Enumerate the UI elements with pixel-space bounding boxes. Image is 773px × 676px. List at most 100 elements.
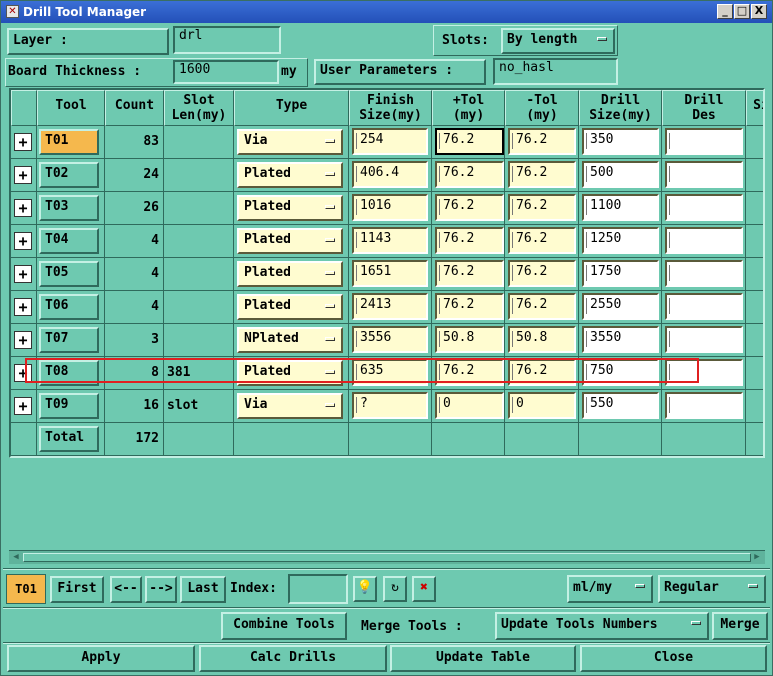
minus-tol-field[interactable]: 0: [508, 392, 576, 419]
merge-tools-dropdown[interactable]: Update Tools Numbers: [495, 612, 709, 640]
minus-tol-field[interactable]: 76.2: [508, 260, 576, 287]
column-header[interactable]: -Tol (my): [505, 90, 579, 126]
expand-row-icon[interactable]: +: [14, 397, 32, 415]
type-dropdown[interactable]: Plated: [237, 261, 343, 287]
finish-size-field[interactable]: 1651: [352, 260, 428, 287]
column-header[interactable]: Count: [105, 90, 164, 126]
type-dropdown[interactable]: Plated: [237, 162, 343, 188]
minimize-button[interactable]: _: [717, 4, 733, 19]
expand-row-icon[interactable]: +: [14, 331, 32, 349]
drill-size-field[interactable]: 350: [582, 128, 659, 155]
units-dropdown[interactable]: ml/my: [567, 575, 653, 603]
update-table-button[interactable]: Update Table: [390, 645, 576, 672]
expand-row-icon[interactable]: +: [14, 298, 32, 316]
type-dropdown[interactable]: Plated: [237, 195, 343, 221]
drill-size-field[interactable]: 500: [582, 161, 659, 188]
drill-des-field[interactable]: [665, 260, 743, 287]
horizontal-scrollbar[interactable]: ◀ ▶: [9, 550, 765, 564]
slots-dropdown[interactable]: By length: [501, 28, 615, 54]
tool-button[interactable]: T06: [39, 294, 99, 320]
drill-des-field[interactable]: [665, 194, 743, 221]
plus-tol-field[interactable]: 76.2: [435, 260, 504, 287]
plus-tol-field[interactable]: 76.2: [435, 128, 504, 155]
column-header[interactable]: Slot Len(my): [164, 90, 234, 126]
index-field[interactable]: [288, 574, 348, 604]
type-dropdown[interactable]: Via: [237, 393, 343, 419]
tool-button[interactable]: T01: [39, 129, 99, 155]
drill-size-field[interactable]: 1250: [582, 227, 659, 254]
expand-row-icon[interactable]: +: [14, 199, 32, 217]
column-header[interactable]: Finish Size(my): [349, 90, 432, 126]
tool-button[interactable]: T04: [39, 228, 99, 254]
column-header[interactable]: Drill Des: [662, 90, 746, 126]
layer-field[interactable]: drl: [173, 26, 281, 54]
column-header[interactable]: Si: [746, 90, 763, 126]
refresh-icon[interactable]: ↻: [383, 576, 407, 602]
expand-row-icon[interactable]: +: [14, 133, 32, 151]
drill-des-field[interactable]: [665, 293, 743, 320]
drill-size-field[interactable]: 1750: [582, 260, 659, 287]
finish-size-field[interactable]: 254: [352, 128, 428, 155]
mode-dropdown[interactable]: Regular: [658, 575, 766, 603]
finish-size-field[interactable]: 1016: [352, 194, 428, 221]
tool-button[interactable]: T09: [39, 393, 99, 419]
expand-row-icon[interactable]: +: [14, 232, 32, 250]
minus-tol-field[interactable]: 76.2: [508, 128, 576, 155]
drill-des-field[interactable]: [665, 392, 743, 419]
minus-tol-field[interactable]: 76.2: [508, 161, 576, 188]
lightbulb-icon[interactable]: 💡: [353, 576, 377, 602]
combine-tools-button[interactable]: Combine Tools: [221, 612, 347, 640]
plus-tol-field[interactable]: 76.2: [435, 161, 504, 188]
apply-button[interactable]: Apply: [7, 645, 195, 672]
finish-size-field[interactable]: ?: [352, 392, 428, 419]
column-header[interactable]: Type: [234, 90, 349, 126]
type-dropdown[interactable]: Plated: [237, 294, 343, 320]
finish-size-field[interactable]: 2413: [352, 293, 428, 320]
plus-tol-field[interactable]: 76.2: [435, 227, 504, 254]
drill-size-field[interactable]: 3550: [582, 326, 659, 353]
column-header[interactable]: +Tol (my): [432, 90, 505, 126]
scroll-left-icon[interactable]: ◀: [10, 552, 22, 563]
plus-tol-field[interactable]: 76.2: [435, 194, 504, 221]
scrollbar-thumb[interactable]: [23, 553, 751, 562]
finish-size-field[interactable]: 3556: [352, 326, 428, 353]
drill-size-field[interactable]: 550: [582, 392, 659, 419]
tool-button[interactable]: T05: [39, 261, 99, 287]
expand-row-icon[interactable]: +: [14, 166, 32, 184]
drill-des-field[interactable]: [665, 326, 743, 353]
tool-button[interactable]: T02: [39, 162, 99, 188]
minus-tol-field[interactable]: 76.2: [508, 293, 576, 320]
scroll-right-icon[interactable]: ▶: [751, 552, 763, 563]
maximize-button[interactable]: □: [734, 4, 750, 19]
last-button[interactable]: Last: [180, 576, 226, 603]
finish-size-field[interactable]: 1143: [352, 227, 428, 254]
drill-des-field[interactable]: [665, 161, 743, 188]
next-button[interactable]: -->: [145, 576, 177, 603]
close-window-button[interactable]: X: [751, 4, 767, 19]
expand-row-icon[interactable]: +: [14, 265, 32, 283]
title-bar[interactable]: ✕ Drill Tool Manager _ □ X: [1, 1, 772, 23]
minus-tol-field[interactable]: 50.8: [508, 326, 576, 353]
drill-size-field[interactable]: 2550: [582, 293, 659, 320]
minus-tol-field[interactable]: 76.2: [508, 194, 576, 221]
calc-drills-button[interactable]: Calc Drills: [199, 645, 387, 672]
tool-button[interactable]: T07: [39, 327, 99, 353]
plus-tol-field[interactable]: 0: [435, 392, 504, 419]
minus-tol-field[interactable]: 76.2: [508, 227, 576, 254]
board-thickness-field[interactable]: 1600: [173, 60, 279, 84]
plus-tol-field[interactable]: 76.2: [435, 293, 504, 320]
type-dropdown[interactable]: NPlated: [237, 327, 343, 353]
delete-icon[interactable]: ✖: [412, 576, 436, 602]
tool-button[interactable]: T03: [39, 195, 99, 221]
merge-button[interactable]: Merge: [712, 612, 768, 640]
column-header[interactable]: Tool: [37, 90, 105, 126]
prev-button[interactable]: <--: [110, 576, 142, 603]
plus-tol-field[interactable]: 50.8: [435, 326, 504, 353]
drill-des-field[interactable]: [665, 227, 743, 254]
drill-des-field[interactable]: [665, 128, 743, 155]
first-button[interactable]: First: [50, 576, 104, 603]
finish-size-field[interactable]: 406.4: [352, 161, 428, 188]
type-dropdown[interactable]: Plated: [237, 228, 343, 254]
user-parameters-field[interactable]: no_hasl: [493, 58, 618, 85]
type-dropdown[interactable]: Via: [237, 129, 343, 155]
